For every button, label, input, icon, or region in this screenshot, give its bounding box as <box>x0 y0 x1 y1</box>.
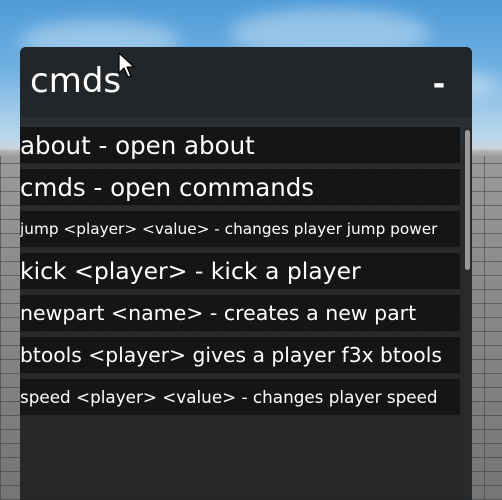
command-text: kick <player> - kick a player <box>20 257 361 285</box>
command-text: newpart <name> - creates a new part <box>20 301 417 325</box>
command-text: speed <player> <value> - changes player … <box>20 387 438 407</box>
command-row-cmds[interactable]: cmds - open commands <box>20 169 460 205</box>
command-row-jump[interactable]: jump <player> <value> - changes player j… <box>20 211 460 247</box>
cmds-window: cmds - about - open about cmds - open co… <box>20 47 472 500</box>
command-row-speed[interactable]: speed <player> <value> - changes player … <box>20 379 460 415</box>
command-text: cmds - open commands <box>20 172 315 202</box>
minimize-button[interactable]: - <box>424 67 454 103</box>
commands-list[interactable]: about - open about cmds - open commands … <box>20 127 460 500</box>
command-row-kick[interactable]: kick <player> - kick a player <box>20 253 460 289</box>
command-row-btools[interactable]: btools <player> gives a player f3x btool… <box>20 337 460 373</box>
scrollbar-thumb[interactable] <box>465 130 470 270</box>
window-title: cmds <box>30 61 122 101</box>
window-titlebar[interactable]: cmds - <box>20 47 472 117</box>
arrow-cursor-icon <box>118 52 135 78</box>
command-row-about[interactable]: about - open about <box>20 127 460 163</box>
command-text: about - open about <box>20 130 255 160</box>
command-text: btools <player> gives a player f3x btool… <box>20 343 442 367</box>
command-text: jump <player> <value> - changes player j… <box>20 220 438 238</box>
command-row-newpart[interactable]: newpart <name> - creates a new part <box>20 295 460 331</box>
